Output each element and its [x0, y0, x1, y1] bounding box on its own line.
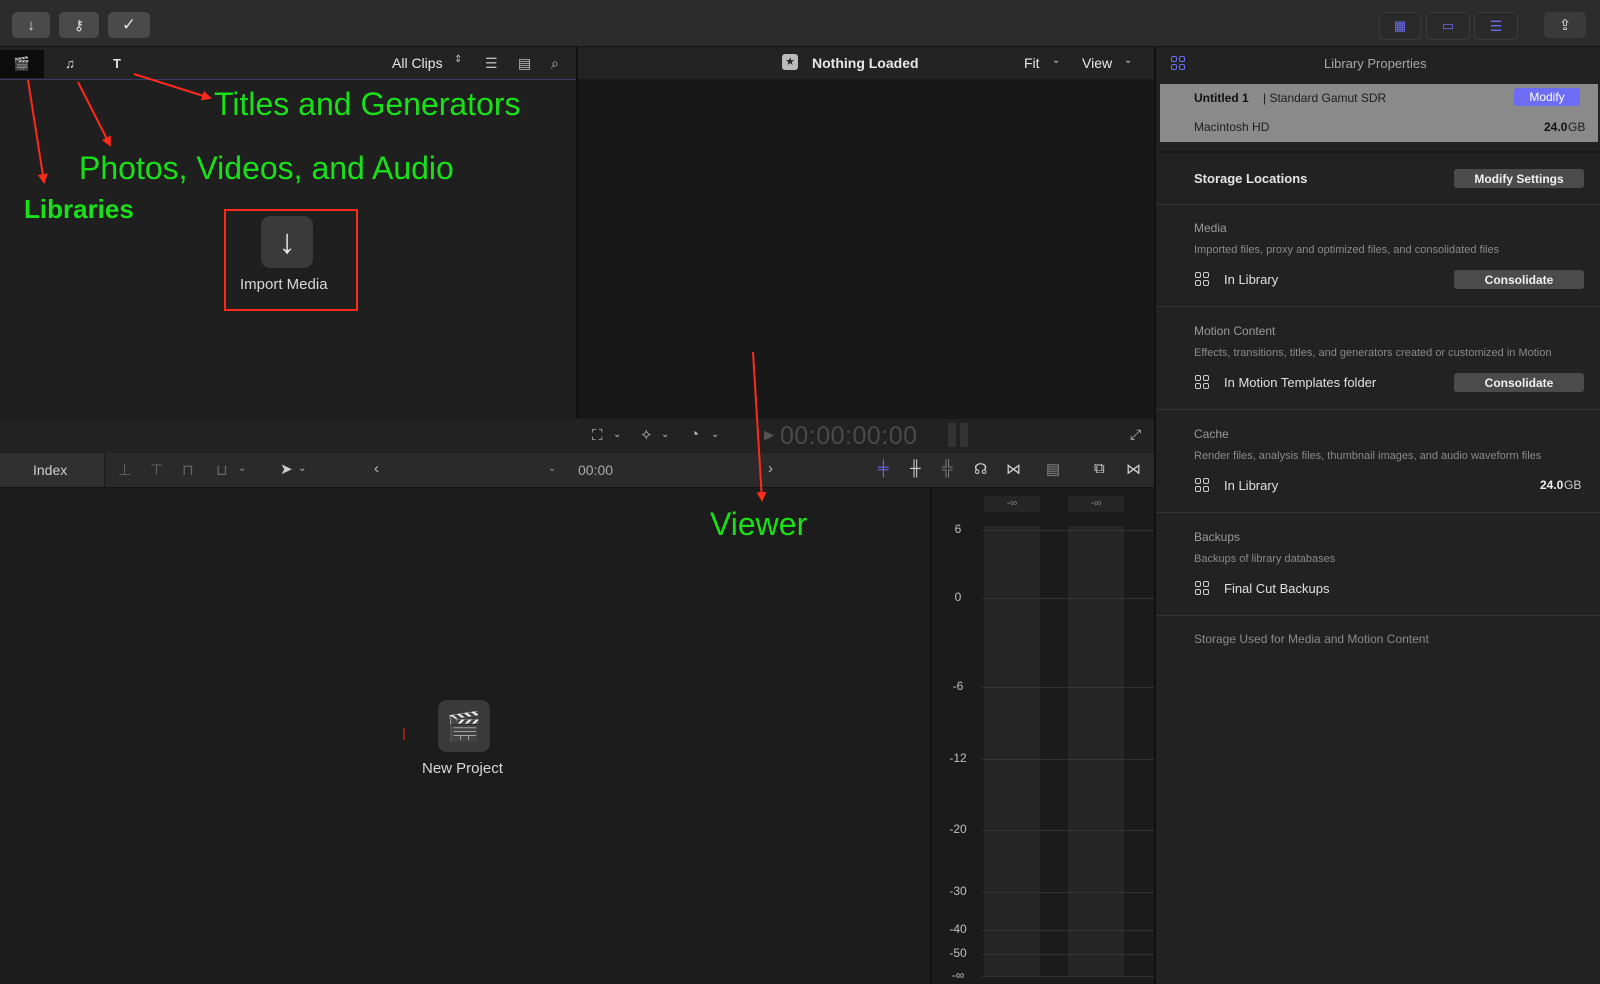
viewer-arrow [752, 351, 767, 502]
photos-arrow [77, 81, 111, 147]
libraries-arrow [27, 79, 48, 184]
annotation-titles-generators: Titles and Generators [214, 86, 521, 122]
titles-arrow [133, 73, 212, 101]
annotation-libraries: Libraries [24, 194, 134, 224]
annotation-viewer: Viewer [710, 506, 808, 542]
annotation-arrows [27, 73, 767, 740]
annotation-photos-videos-audio: Photos, Videos, and Audio [79, 150, 454, 186]
